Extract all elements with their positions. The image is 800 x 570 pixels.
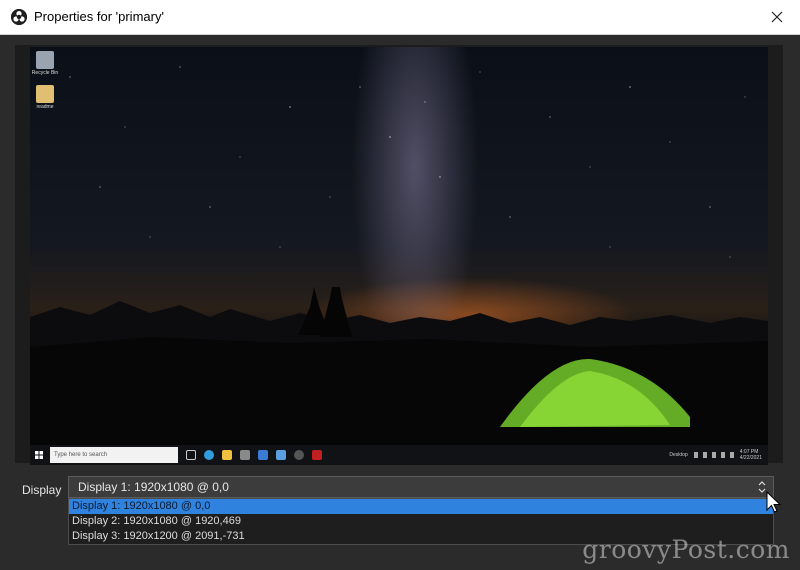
clock-date: 4/22/2021: [739, 455, 762, 461]
mountain-silhouette: [30, 287, 768, 445]
desktop-icon-label: readme: [36, 104, 54, 110]
windows-start-icon[interactable]: [30, 445, 48, 465]
taskbar-search-input[interactable]: Type here to search: [50, 447, 178, 463]
tray-desktop-label: Desktop: [669, 452, 688, 458]
mail-icon[interactable]: [258, 450, 268, 460]
close-button[interactable]: [754, 0, 800, 34]
title-bar: Properties for 'primary': [0, 0, 800, 35]
obs-taskbar-icon[interactable]: [294, 450, 304, 460]
store-icon[interactable]: [240, 450, 250, 460]
mouse-cursor-icon: [766, 491, 782, 513]
file-explorer-icon[interactable]: [222, 450, 232, 460]
display-select[interactable]: Display 1: 1920x1080 @ 0,0: [68, 476, 774, 498]
stars-decoration: [69, 66, 746, 258]
watermark: groovyPost.com: [582, 535, 790, 564]
desktop-icon-label: Recycle Bin: [31, 70, 59, 76]
edge-icon[interactable]: [204, 450, 214, 460]
task-view-icon[interactable]: [186, 450, 196, 460]
display-option-1[interactable]: Display 1: 1920x1080 @ 0,0: [69, 499, 773, 514]
recycle-bin-icon[interactable]: [36, 51, 54, 69]
display-select-value: Display 1: 1920x1080 @ 0,0: [78, 480, 229, 494]
tray-icons: [693, 452, 734, 458]
desktop-wallpaper: Recycle Bin readme: [30, 47, 768, 445]
file-icon[interactable]: [36, 85, 54, 103]
tray-clock[interactable]: 4:07 PM 4/22/2021: [740, 449, 762, 461]
app-icon[interactable]: [276, 450, 286, 460]
obs-logo-icon: [11, 9, 27, 25]
app-red-icon[interactable]: [312, 450, 322, 460]
display-option-2[interactable]: Display 2: 1920x1080 @ 1920,469: [69, 514, 773, 529]
display-label: Display: [22, 483, 62, 497]
window-title: Properties for 'primary': [34, 9, 164, 24]
display-preview: Recycle Bin readme Type here to search D…: [30, 47, 768, 465]
taskbar: Type here to search Desktop 4:07 PM 4/22…: [30, 445, 768, 465]
system-tray: Desktop 4:07 PM 4/22/2021: [669, 445, 762, 465]
close-icon: [771, 11, 783, 23]
